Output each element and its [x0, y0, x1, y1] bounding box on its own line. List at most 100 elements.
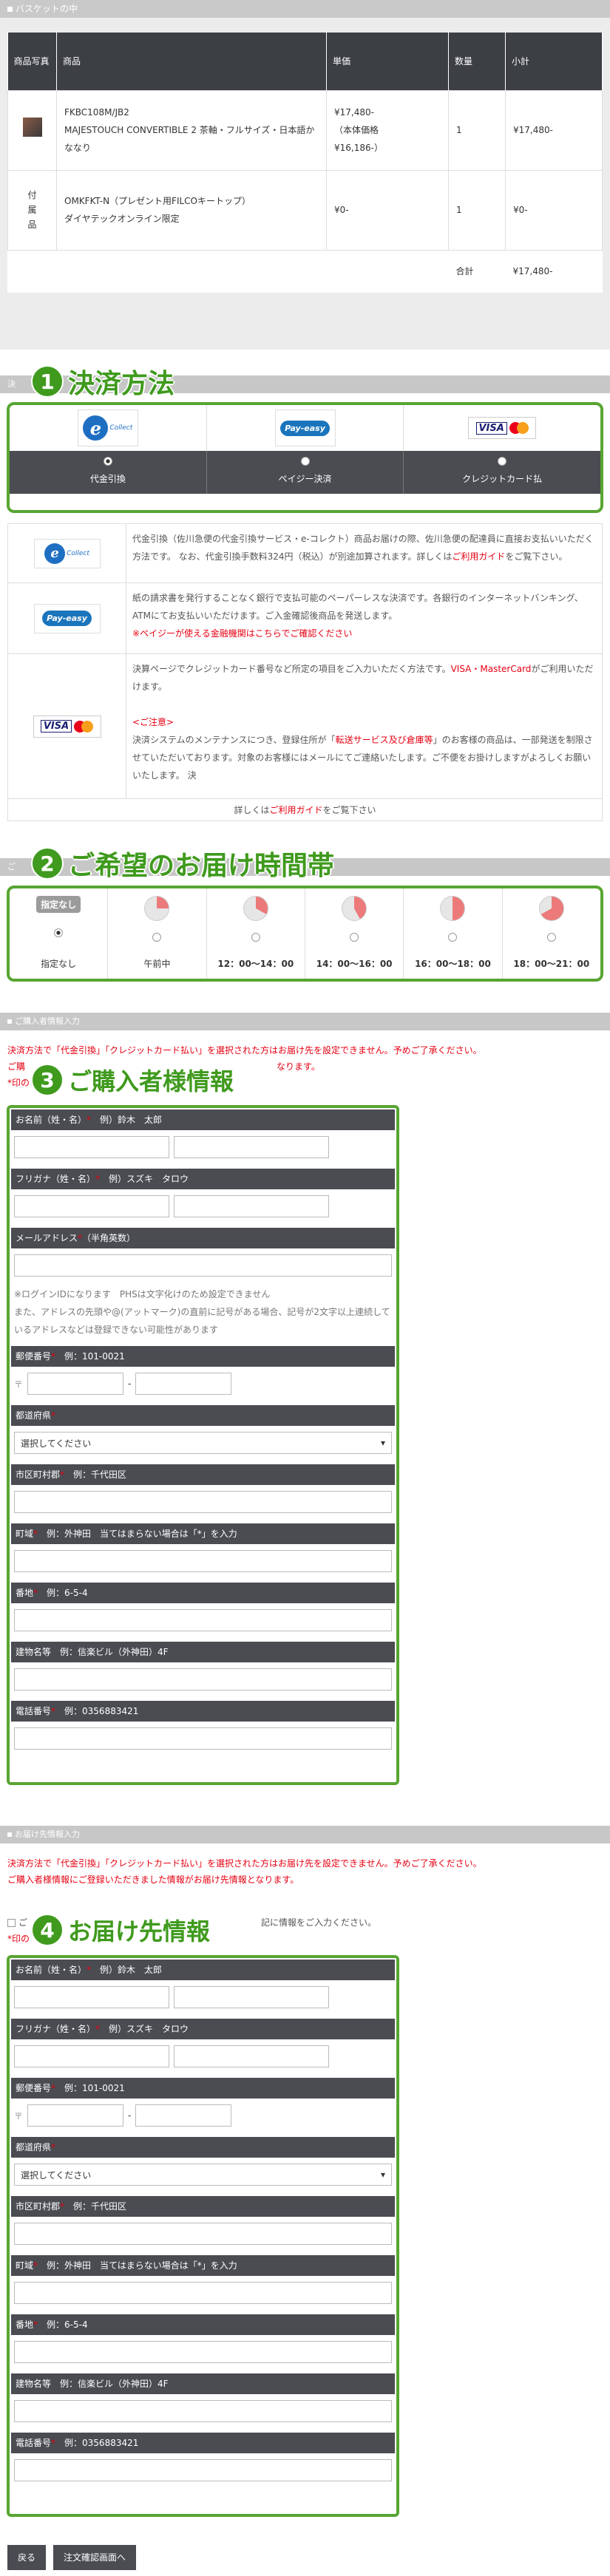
first-kana-input[interactable]: [174, 1195, 329, 1217]
delivery-slot-label: 指定なし: [41, 959, 77, 969]
payment-option-cod[interactable]: 代金引換: [10, 451, 207, 494]
delivery-slot[interactable]: 14：00〜16：00: [305, 888, 404, 979]
payment-option-logo[interactable]: Pay-easy: [207, 405, 404, 451]
city-label: 市区町村郡* 例：千代田区: [11, 2196, 395, 2217]
radio-button[interactable]: [103, 457, 112, 466]
payeasy-bank-link[interactable]: ※ペイジーが使える金融機関はこちらでご確認ください: [132, 628, 352, 639]
ship-last-name-input[interactable]: [14, 1986, 169, 2008]
ship-town-input[interactable]: [14, 2282, 392, 2304]
guide-link[interactable]: ご利用ガイド: [452, 551, 505, 562]
city-label: 市区町村郡* 例：千代田区: [11, 1464, 395, 1485]
basket-section-title: バスケットの中: [16, 4, 78, 14]
column-header: 商品: [56, 33, 327, 90]
delivery-slot[interactable]: 指定なし 指定なし: [10, 888, 109, 979]
ship-last-kana-input[interactable]: [14, 2045, 169, 2067]
clock-pie-icon: [342, 896, 367, 921]
buyer-heading: 3 ご購入者様情報: [31, 1063, 234, 1097]
radio-button[interactable]: [251, 932, 260, 942]
first-name-input[interactable]: [174, 1136, 329, 1158]
step-number: 1: [31, 365, 64, 398]
payment-option-payeasy[interactable]: ペイジー決済: [207, 451, 404, 494]
accessory-label: 付 属 品: [7, 169, 57, 251]
radio-button[interactable]: [350, 932, 359, 942]
ship-tel-input[interactable]: [14, 2459, 392, 2481]
delivery-slot[interactable]: 18：00〜21：00: [503, 888, 600, 979]
column-header: 商品写真: [7, 33, 57, 90]
email-label: メールアドレス*（半角英数）: [11, 1228, 395, 1248]
radio-button[interactable]: [448, 932, 458, 942]
zip-input-2[interactable]: [135, 1373, 232, 1395]
same-address-checkbox[interactable]: [7, 1919, 16, 1927]
ship-banchi-input[interactable]: [14, 2341, 392, 2363]
last-kana-input[interactable]: [14, 1195, 169, 1217]
delivery-slot-label: 12：00〜14：00: [217, 959, 294, 969]
payment-heading: 1 決済方法: [31, 362, 174, 401]
pref-label: 都道府県*: [11, 2137, 395, 2158]
delivery-slot[interactable]: 12：00〜14：00: [207, 888, 305, 979]
clock-pie-icon: [243, 896, 268, 921]
town-label: 町域* 例：外神田 当てはまらない場合は「*」を入力: [11, 1523, 395, 1544]
product-name[interactable]: OMKFKT-N（プレゼント用FILCOキートップ） ダイヤテックオンライン限定: [56, 169, 327, 251]
buyer-heading-text: ご購入者様情報: [68, 1067, 234, 1095]
banchi-label: 番地* 例：6-5-4: [11, 2314, 395, 2335]
delivery-slot[interactable]: 16：00〜18：00: [404, 888, 503, 979]
radio-button[interactable]: [498, 457, 507, 466]
clock-pie-icon: [538, 896, 564, 921]
payment-info-row: Pay-easy 紙の請求書を発行することなく銀行で支払可能のペーパーレスな決済…: [8, 583, 602, 654]
bottom-buttons: 戻る 注文確認画面へ: [7, 2545, 137, 2570]
ship-pref-select[interactable]: 選択してください ▾: [14, 2164, 392, 2186]
town-input[interactable]: [14, 1550, 392, 1572]
step-number: 4: [31, 1914, 64, 1946]
product-thumbnail[interactable]: [22, 118, 42, 137]
product-qty: 1: [448, 89, 506, 171]
radio-button[interactable]: [152, 932, 162, 942]
total-label: 合計: [455, 266, 474, 277]
ship-zip-input-1[interactable]: [27, 2104, 124, 2127]
last-name-input[interactable]: [14, 1136, 169, 1158]
radio-button[interactable]: [300, 457, 310, 466]
building-label: 建物名等 例：信楽ビル（外神田）4F: [11, 2373, 395, 2394]
buyer-form: お名前（姓・名）* 例）鈴木 太郎 フリガナ（姓・名）* 例）スズキ タロウ メ…: [7, 1105, 399, 1785]
pref-select[interactable]: 選択してください ▾: [14, 1432, 392, 1454]
product-name[interactable]: FKBC108M/JB2 MAJESTOUCH CONVERTIBLE 2 茶軸…: [56, 89, 327, 171]
building-input[interactable]: [14, 1668, 392, 1690]
radio-button[interactable]: [54, 928, 64, 937]
email-input[interactable]: [14, 1254, 392, 1277]
tel-input[interactable]: [14, 1727, 392, 1750]
tel-label: 電話番号* 例：0356883421: [11, 1701, 395, 1722]
payment-options-box: e Collect Pay-easy VISA 代金引換 ペイジー決済 クレジット…: [7, 402, 603, 513]
visa-mastercard-logo: VISA: [468, 417, 537, 439]
banchi-label: 番地* 例：6-5-4: [11, 1583, 395, 1603]
delivery-heading: 2 ご希望のお届け時間帯: [31, 844, 334, 883]
shipping-section-bar: お届け先情報入力: [0, 1826, 610, 1843]
payment-option-logo[interactable]: VISA: [404, 405, 600, 451]
column-header: 数量: [448, 33, 506, 90]
payment-option-logo[interactable]: e Collect: [10, 405, 207, 451]
clock-pie-icon: [440, 896, 466, 921]
confirm-order-button[interactable]: 注文確認画面へ: [53, 2545, 137, 2570]
email-note: ※ログインIDになります PHSは文字化けのため設定できません また、アドレスの…: [14, 1289, 390, 1335]
payment-info-table: e Collect 代金引換（佐川急便の代金引換サービス・e-コレクト）商品お届け…: [7, 523, 603, 821]
payment-info-row: VISA 決算ページでクレジットカード番号など所定の項目をご入力いただく方法です…: [8, 654, 602, 799]
delivery-slot-label: 午前中: [143, 959, 171, 969]
no-preference-badge: 指定なし: [36, 896, 81, 913]
delivery-slot[interactable]: 午前中: [108, 888, 207, 979]
radio-button[interactable]: [546, 932, 556, 942]
guide-link[interactable]: ご利用ガイド: [269, 805, 322, 815]
payment-option-credit[interactable]: クレジットカード払: [404, 451, 600, 494]
basket-area: 商品写真 商品 単価 数量 小計 FKBC108M/JB2 MAJESTOUCH…: [0, 18, 610, 349]
city-input[interactable]: [14, 1491, 392, 1513]
ship-building-input[interactable]: [14, 2400, 392, 2422]
ship-zip-input-2[interactable]: [135, 2104, 232, 2127]
ship-city-input[interactable]: [14, 2223, 392, 2245]
banchi-input[interactable]: [14, 1609, 392, 1631]
caret-down-icon: ▾: [380, 1438, 385, 1448]
kana-label: フリガナ（姓・名）* 例）スズキ タロウ: [11, 1169, 395, 1189]
product-subtotal: ¥0-: [505, 169, 603, 251]
zip-input-1[interactable]: [27, 1373, 124, 1395]
clock-pie-icon: [144, 896, 170, 921]
back-button[interactable]: 戻る: [7, 2545, 47, 2570]
ship-first-name-input[interactable]: [174, 1986, 329, 2008]
ship-first-kana-input[interactable]: [174, 2045, 329, 2067]
payment-heading-text: 決済方法: [68, 369, 175, 399]
